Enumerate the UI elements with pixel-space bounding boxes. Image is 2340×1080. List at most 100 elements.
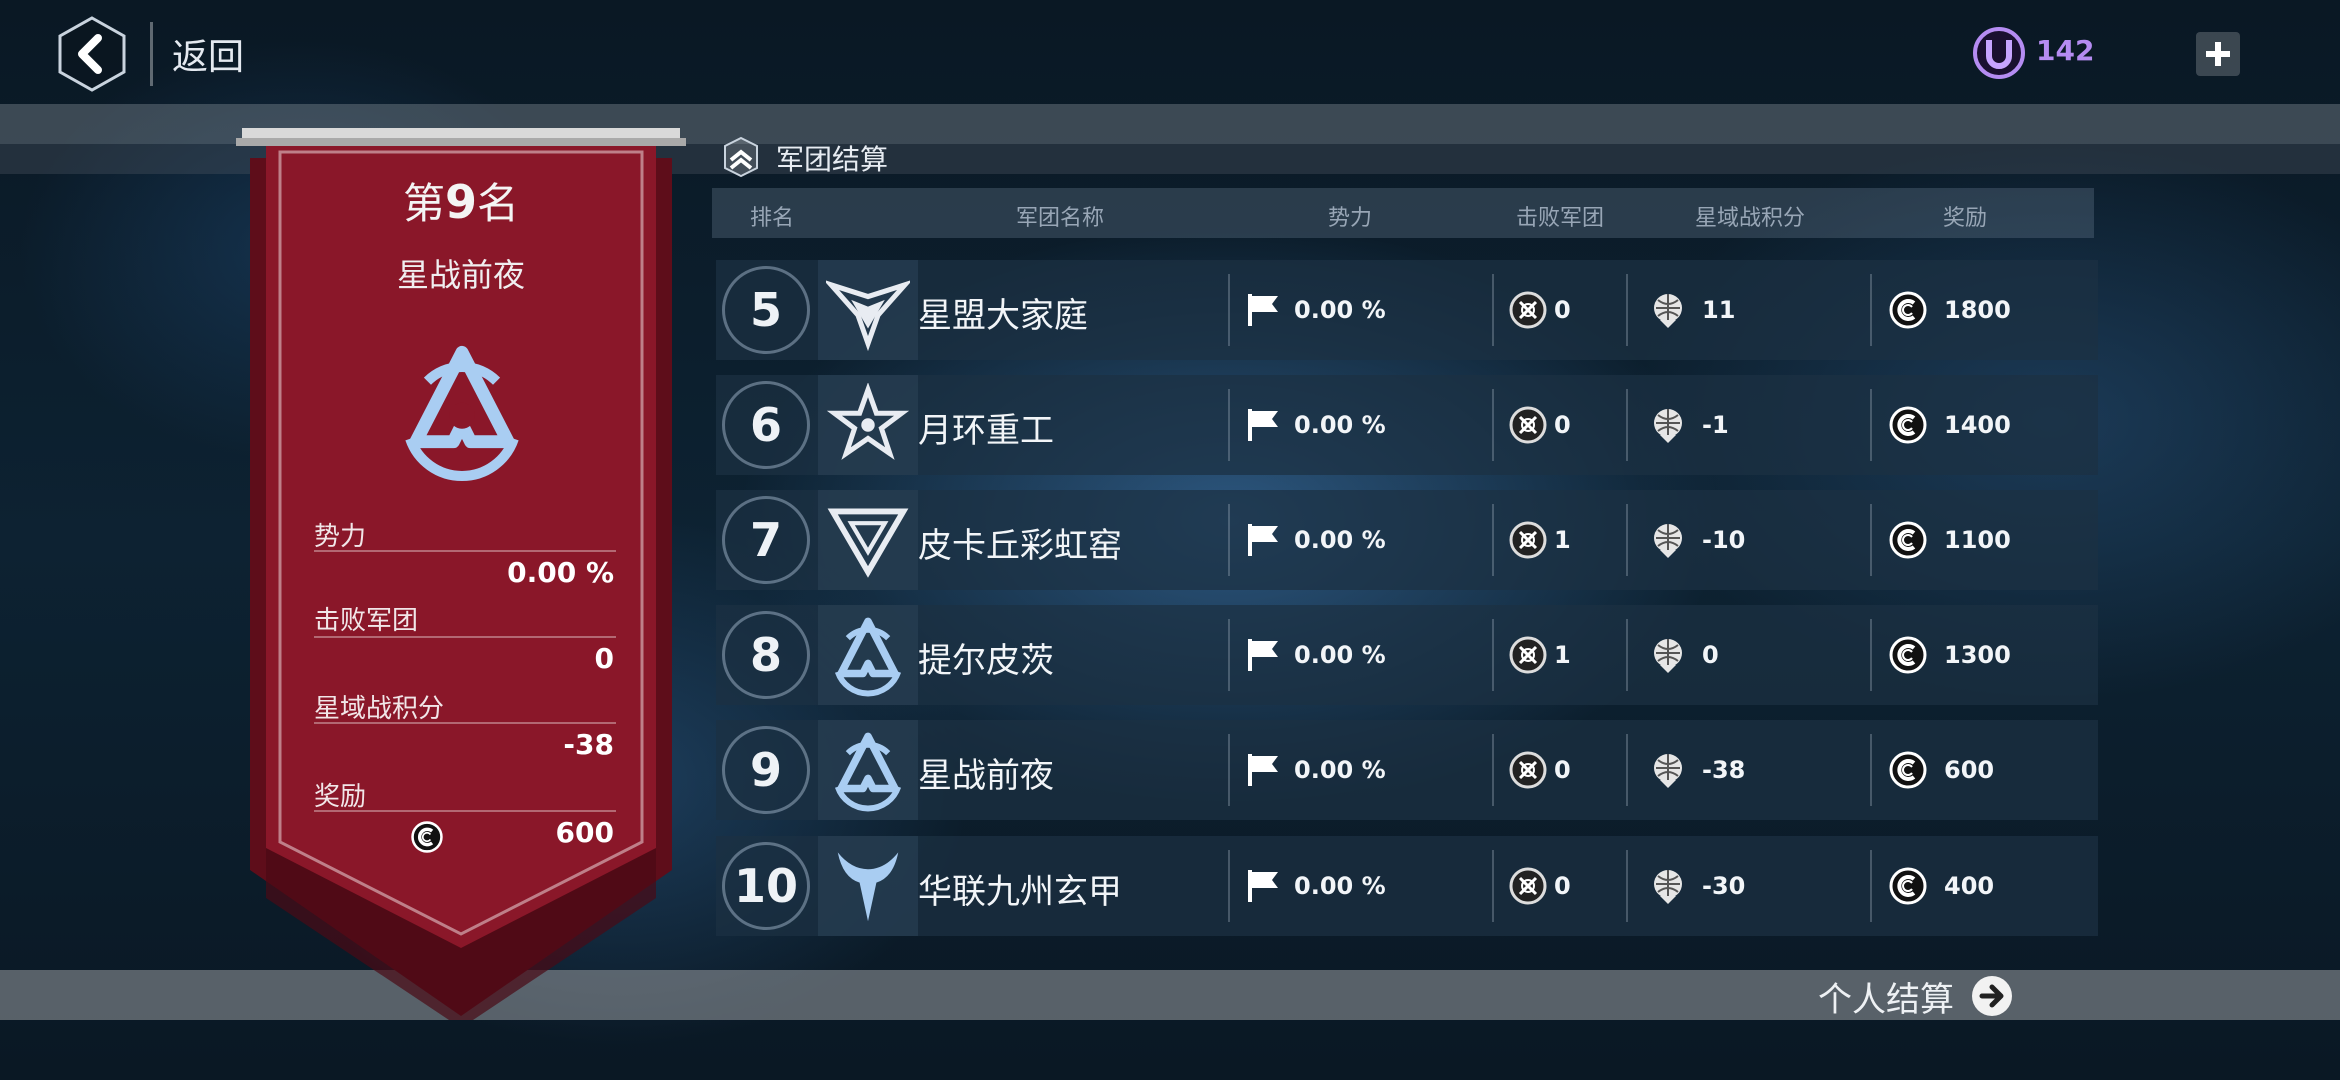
triangle-emblem-icon [390,338,534,482]
column-divider [1870,850,1872,922]
banner-rank: 第9名 [236,170,686,231]
column-divider [1228,619,1230,691]
column-divider [1626,389,1628,461]
stat-divider [314,550,616,552]
column-divider [1870,619,1872,691]
star-crest-emblem-icon [818,375,918,475]
flag-icon [1244,290,1284,330]
column-divider [1626,619,1628,691]
defeated-cell: 0 [1554,872,1571,900]
flag-icon [1244,405,1284,445]
horned-emblem-icon [818,836,918,936]
score-cell: 11 [1702,296,1736,324]
currency-value: 142 [2036,34,2095,67]
defeat-icon [1508,290,1548,330]
winged-star-emblem-icon [818,260,918,360]
personal-settlement-link[interactable]: 个人结算 [1818,972,1954,1021]
reward-cell: 1800 [1944,296,2011,324]
col-power: 势力 [1327,206,1372,231]
column-divider [1492,274,1494,346]
chevron-rank-icon [722,136,760,178]
credit-coin-icon [1888,635,1928,675]
power-cell: 0.00 % [1294,756,1386,784]
defeat-icon [1508,635,1548,675]
col-score: 星域战积分 [1694,206,1805,231]
team-name: 星盟大家庭 [918,296,1088,336]
power-cell: 0.00 % [1294,526,1386,554]
team-name: 提尔皮茨 [918,641,1054,681]
team-name: 皮卡丘彩虹窑 [918,526,1122,566]
rank-badge: 7 [722,496,810,584]
power-cell: 0.00 % [1294,641,1386,669]
rank-prefix: 第 [402,179,445,228]
credit-coin-icon [1888,290,1928,330]
back-button[interactable] [52,14,132,94]
triangle-emblem-icon [818,720,918,820]
flag-icon [1244,750,1284,790]
column-divider [1626,504,1628,576]
section-title: 军团结算 [776,143,889,176]
col-rank: 排名 [749,206,794,231]
add-currency-button[interactable] [2196,32,2240,76]
reward-cell: 1100 [1944,526,2011,554]
column-divider [1228,504,1230,576]
defeated-cell: 0 [1554,411,1571,439]
col-reward: 奖励 [1942,206,1987,231]
team-name: 月环重工 [918,411,1054,451]
col-defeated: 击败军团 [1515,206,1604,231]
column-divider [1870,504,1872,576]
column-divider [1492,619,1494,691]
inverted-triangle-emblem-icon [818,490,918,590]
defeated-cell: 1 [1554,526,1571,554]
triangle-emblem-icon [818,605,918,705]
column-divider [1870,734,1872,806]
column-divider [1492,850,1494,922]
star-score-icon [1648,750,1688,790]
column-divider [1626,274,1628,346]
defeated-cell: 1 [1554,641,1571,669]
reward-cell: 1400 [1944,411,2011,439]
score-cell: -30 [1702,872,1746,900]
reward-cell: 400 [1944,872,1995,900]
defeat-icon [1508,405,1548,445]
reward-cell: 600 [1944,756,1995,784]
defeated-cell: 0 [1554,756,1571,784]
defeat-icon [1508,866,1548,906]
credit-coin-icon [1888,750,1928,790]
reward-label: 奖励 [314,782,367,812]
arrow-right-icon[interactable] [1970,974,2014,1018]
rank-badge: 10 [722,842,810,930]
team-name: 星战前夜 [918,756,1054,796]
u-coin-icon [1972,26,2026,80]
banner-team-name: 星战前夜 [396,256,525,294]
stat-divider [314,722,616,724]
star-score-icon [1648,290,1688,330]
rank-badge: 9 [722,726,810,814]
defeated-label: 击败军团 [314,606,419,636]
rank-number: 9 [444,175,477,229]
credit-coin-icon [1888,520,1928,560]
stat-divider [314,636,616,638]
rank-badge: 8 [722,611,810,699]
power-cell: 0.00 % [1294,296,1386,324]
back-label[interactable]: 返回 [172,28,244,80]
score-cell: 0 [1702,641,1719,669]
flag-icon [1244,520,1284,560]
power-label: 势力 [314,522,367,552]
credit-coin-icon [1888,405,1928,445]
power-cell: 0.00 % [1294,411,1386,439]
team-name: 华联九州玄甲 [918,872,1122,912]
column-divider [1492,504,1494,576]
column-divider [1228,734,1230,806]
column-divider [1626,850,1628,922]
defeat-icon [1508,520,1548,560]
star-score-icon [1648,520,1688,560]
score-cell: -1 [1702,411,1729,439]
defeat-icon [1508,750,1548,790]
column-divider [1492,734,1494,806]
column-divider [1870,389,1872,461]
score-value: -38 [563,728,614,761]
star-score-icon [1648,635,1688,675]
star-score-icon [1648,866,1688,906]
column-divider [1870,274,1872,346]
